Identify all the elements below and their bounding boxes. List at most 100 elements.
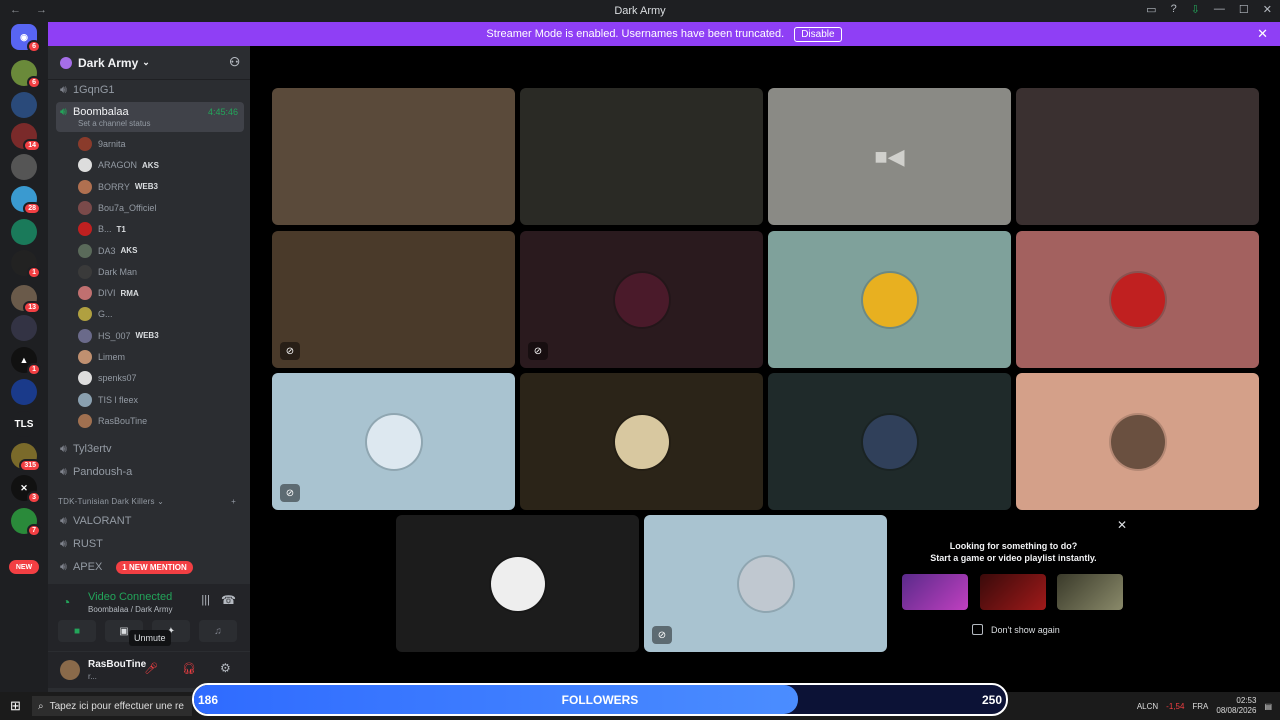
channel-pandoush[interactable]: 🔊︎ Pandoush-a [56, 462, 244, 482]
avatar [78, 286, 92, 301]
server-header[interactable]: Dark Army ⌄ ⚇ [48, 46, 250, 80]
channel-rust[interactable]: 🔊︎ RUST [56, 534, 244, 554]
call-timer: 4:45:46 [207, 107, 238, 117]
deafen-icon[interactable]: 🎧︎ [182, 662, 196, 675]
voice-member[interactable]: HS_007 WEB3 [78, 326, 244, 346]
camera-off-icon: ■◀ [874, 143, 905, 169]
video-tile[interactable]: ⊘ [520, 231, 763, 368]
server-icon[interactable] [11, 315, 37, 341]
server-icon-tls[interactable]: TLS [11, 411, 37, 437]
server-icon[interactable] [11, 154, 37, 180]
clock[interactable]: 02:53 08/08/2026 [1216, 696, 1256, 716]
notification-icon[interactable]: ▤ [1264, 702, 1272, 711]
language-indicator[interactable]: FRA [1192, 702, 1208, 711]
add-member-icon[interactable]: ⚇ [229, 55, 240, 69]
channel-boombalaa[interactable]: 🔊︎ Boombalaa 4:45:46 Set a channel statu… [56, 102, 244, 132]
member-tag: WEB3 [134, 182, 158, 192]
member-name: TIS l fleex [98, 394, 139, 405]
video-tile[interactable] [520, 88, 763, 225]
voice-member[interactable]: G... [78, 304, 244, 324]
signal-icon[interactable]: ◔ [62, 594, 70, 610]
server-icon[interactable]: 315 [11, 443, 41, 472]
video-tile[interactable]: ⊘ [272, 373, 515, 510]
video-tile[interactable] [396, 515, 639, 652]
video-tile[interactable] [1016, 88, 1259, 225]
video-tile[interactable] [520, 373, 763, 510]
voice-member[interactable]: B... T1 [78, 219, 244, 239]
username[interactable]: RasBouTine [88, 659, 146, 670]
new-mention-badge[interactable]: 1 NEW MENTION [116, 560, 193, 574]
member-name: spenks07 [98, 373, 137, 384]
stock-ticker[interactable]: ALCN [1137, 702, 1158, 711]
server-icon[interactable]: 13 [11, 285, 41, 314]
voice-member[interactable]: 9arnita [78, 134, 244, 154]
inbox-icon[interactable]: ▭ [1146, 3, 1156, 16]
server-icon[interactable]: 14 [11, 123, 41, 152]
voice-member[interactable]: BORRY WEB3 [78, 177, 244, 197]
category-header[interactable]: TDK-Tunisian Dark Killers ⌄ + [58, 497, 246, 506]
voice-member[interactable]: spenks07 [78, 368, 244, 388]
noise-icon[interactable]: ||| [201, 594, 210, 606]
member-tag: T1 [116, 224, 126, 234]
server-icon[interactable]: ✕ 3 [11, 475, 41, 504]
server-icon[interactable] [11, 92, 37, 118]
speaker-icon: 🔊︎ [60, 537, 67, 550]
participant-avatar [614, 272, 669, 327]
voice-member[interactable]: TIS l fleex [78, 390, 244, 410]
close-icon[interactable]: ✕ [1117, 518, 1127, 532]
video-tile[interactable] [1016, 231, 1259, 368]
video-tile[interactable] [768, 373, 1011, 510]
video-tile[interactable]: ⊘ [644, 515, 887, 652]
voice-location[interactable]: Boombalaa / Dark Army [88, 605, 172, 614]
channel-valorant[interactable]: 🔊︎ VALORANT [56, 511, 244, 531]
video-tile[interactable] [272, 88, 515, 225]
add-channel-icon[interactable]: + [231, 497, 236, 506]
camera-button[interactable]: ■ [58, 620, 96, 642]
maximize-icon[interactable]: ☐ [1239, 3, 1249, 16]
voice-member[interactable]: DIVI RMA [78, 283, 244, 303]
game-card[interactable] [1057, 574, 1123, 610]
voice-member[interactable]: Dark Man [78, 262, 244, 282]
server-icon[interactable]: 7 [11, 508, 41, 537]
minimize-icon[interactable]: — [1214, 3, 1225, 16]
server-icon[interactable]: 6 [11, 60, 41, 89]
channel-tyl3ertv[interactable]: 🔊︎ Tyl3ertv [56, 439, 244, 459]
close-icon[interactable]: ✕ [1263, 3, 1272, 16]
channel-apex[interactable]: 🔊︎ APEX 1 NEW MENTION [56, 557, 244, 577]
channel-status[interactable]: Set a channel status [78, 119, 151, 128]
voice-member[interactable]: DA3 AKS [78, 241, 244, 261]
video-tile[interactable]: ■◀ [768, 88, 1011, 225]
taskbar-search[interactable]: ⌕ Tapez ici pour effectuer une re [32, 696, 192, 716]
soundboard-button[interactable]: ♫ [199, 620, 237, 642]
mic-muted-icon[interactable]: 🎤︎ [144, 662, 158, 675]
member-name: Bou7a_Officiel [98, 202, 157, 213]
video-tile[interactable] [1016, 373, 1259, 510]
dont-show-checkbox[interactable]: Don't show again [972, 624, 1060, 635]
new-badge[interactable]: NEW [9, 560, 39, 574]
checkbox[interactable] [972, 624, 983, 635]
server-icon[interactable] [11, 219, 37, 245]
server-icon[interactable]: ▲ 1 [11, 347, 41, 376]
voice-member[interactable]: RasBouTine [78, 411, 244, 431]
video-tile[interactable] [768, 231, 1011, 368]
discord-home-icon[interactable]: ◉ 6 [11, 24, 41, 53]
gear-icon[interactable]: ⚙ [220, 661, 231, 675]
server-icon[interactable] [11, 379, 37, 405]
game-card[interactable] [902, 574, 968, 610]
server-icon[interactable]: 28 [11, 186, 41, 215]
voice-member[interactable]: ARAGON AKS [78, 155, 244, 175]
close-icon[interactable]: ✕ [1257, 26, 1268, 42]
disable-button[interactable]: Disable [794, 26, 842, 42]
channel-1gqng1[interactable]: 🔊︎ 1GqnG1 [56, 80, 244, 100]
disconnect-icon[interactable]: ☎ [221, 593, 236, 607]
user-status: r... [88, 672, 97, 681]
game-card[interactable] [980, 574, 1046, 610]
avatar[interactable] [60, 660, 80, 680]
help-icon[interactable]: ? [1171, 3, 1177, 16]
server-icon[interactable]: 1 [11, 250, 41, 279]
windows-icon[interactable]: ⊞ [10, 698, 21, 714]
voice-member[interactable]: Limem [78, 347, 244, 367]
download-icon[interactable]: ⇩ [1191, 3, 1200, 16]
voice-member[interactable]: Bou7a_Officiel [78, 198, 244, 218]
video-tile[interactable]: ⊘ [272, 231, 515, 368]
